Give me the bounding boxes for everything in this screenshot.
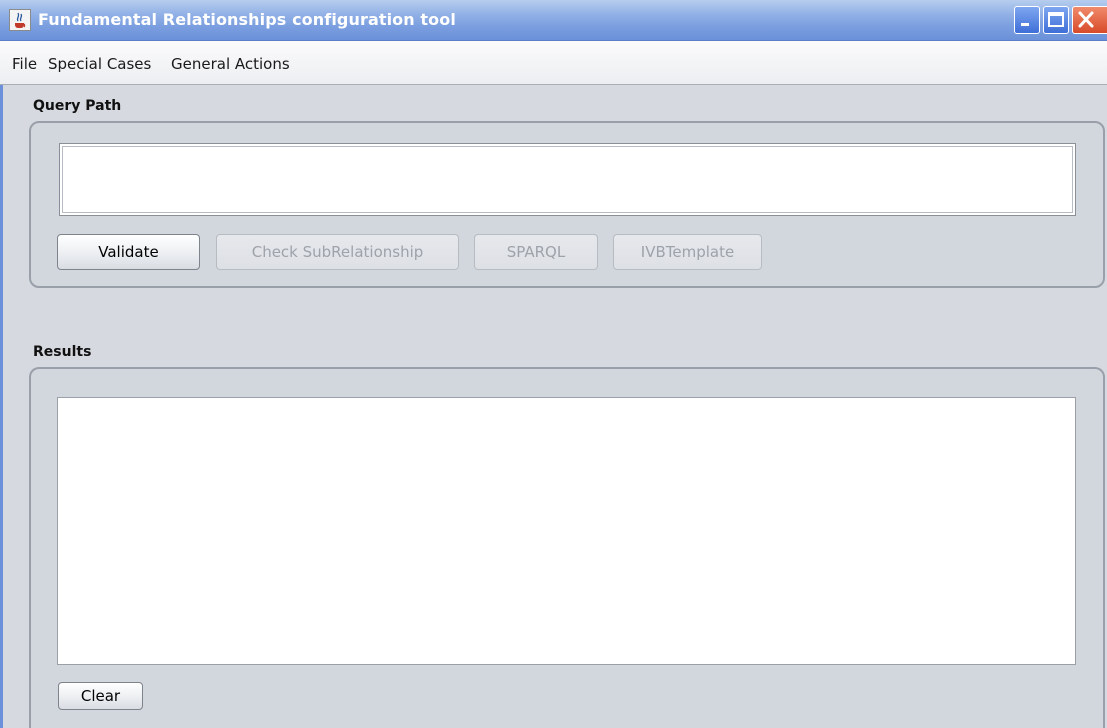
close-button[interactable] — [1072, 6, 1107, 34]
maximize-button[interactable] — [1043, 6, 1069, 34]
minimize-button[interactable] — [1014, 6, 1040, 34]
title-bar[interactable]: Fundamental Relationships configuration … — [0, 0, 1107, 41]
menu-file[interactable]: File — [12, 55, 37, 73]
menu-general-actions[interactable]: General Actions — [171, 55, 290, 73]
ivb-template-button[interactable]: IVBTemplate — [613, 234, 762, 270]
check-subrelationship-button[interactable]: Check SubRelationship — [216, 234, 459, 270]
results-text-area[interactable] — [57, 397, 1076, 665]
maximize-icon — [1048, 12, 1064, 27]
query-path-label: Query Path — [33, 98, 122, 114]
clear-button[interactable]: Clear — [58, 682, 143, 710]
java-cup-icon[interactable] — [9, 9, 31, 31]
query-path-input[interactable] — [59, 143, 1076, 216]
sparql-button[interactable]: SPARQL — [474, 234, 598, 270]
minimize-icon — [1021, 23, 1029, 26]
results-label: Results — [33, 344, 92, 360]
menu-bar: File Special Cases General Actions — [0, 41, 1107, 85]
menu-special-cases[interactable]: Special Cases — [48, 55, 151, 73]
window-title: Fundamental Relationships configuration … — [38, 10, 456, 29]
validate-button[interactable]: Validate — [57, 234, 200, 270]
window-left-border — [0, 85, 3, 728]
close-icon — [1078, 11, 1094, 28]
